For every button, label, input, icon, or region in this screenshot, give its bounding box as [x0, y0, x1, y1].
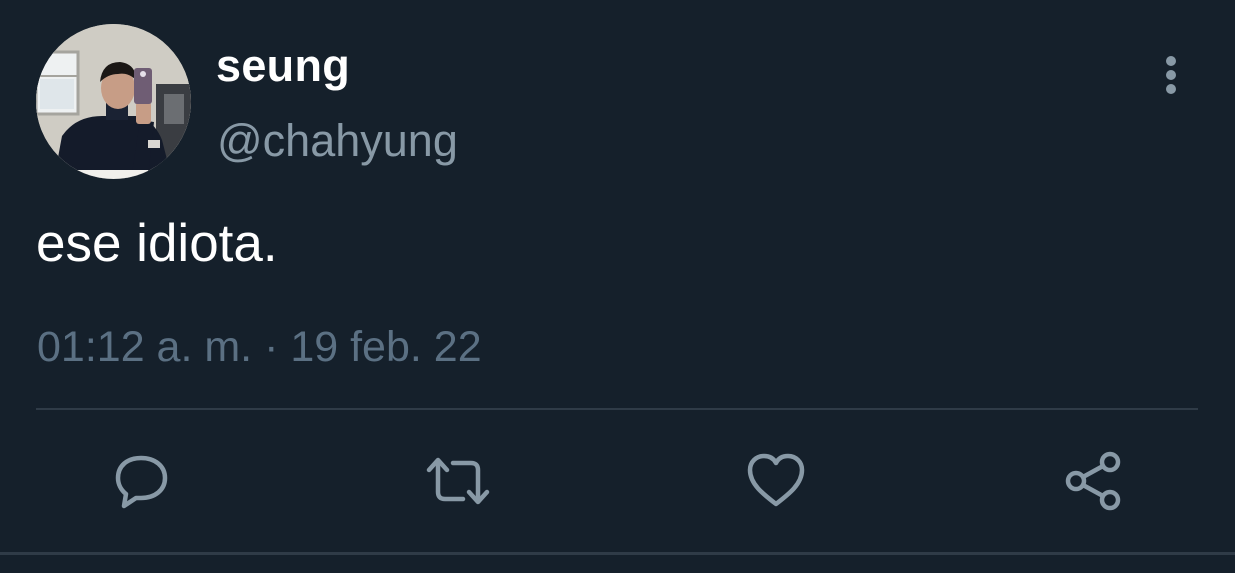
heart-icon [747, 453, 805, 507]
retweet-icon [426, 457, 490, 505]
more-dot [1166, 70, 1176, 80]
tweet: seung @chahyung ese idiota. 01:12 a. m. … [0, 0, 1235, 573]
like-button[interactable] [743, 448, 809, 514]
avatar-photo [36, 24, 191, 179]
more-dot [1166, 56, 1176, 66]
divider [36, 408, 1198, 410]
bottom-divider [0, 552, 1235, 555]
more-options-button[interactable] [1150, 52, 1192, 98]
avatar[interactable] [36, 24, 191, 179]
display-name[interactable]: seung [216, 40, 350, 92]
reply-button[interactable] [108, 448, 174, 514]
share-icon [1065, 451, 1121, 511]
tweet-text: ese idiota. [36, 214, 278, 273]
user-handle[interactable]: @chahyung [217, 115, 458, 167]
share-button[interactable] [1060, 448, 1126, 514]
reply-icon [115, 455, 168, 509]
retweet-button[interactable] [425, 448, 491, 514]
more-dot [1166, 84, 1176, 94]
tweet-timestamp[interactable]: 01:12 a. m. · 19 feb. 22 [37, 321, 482, 373]
